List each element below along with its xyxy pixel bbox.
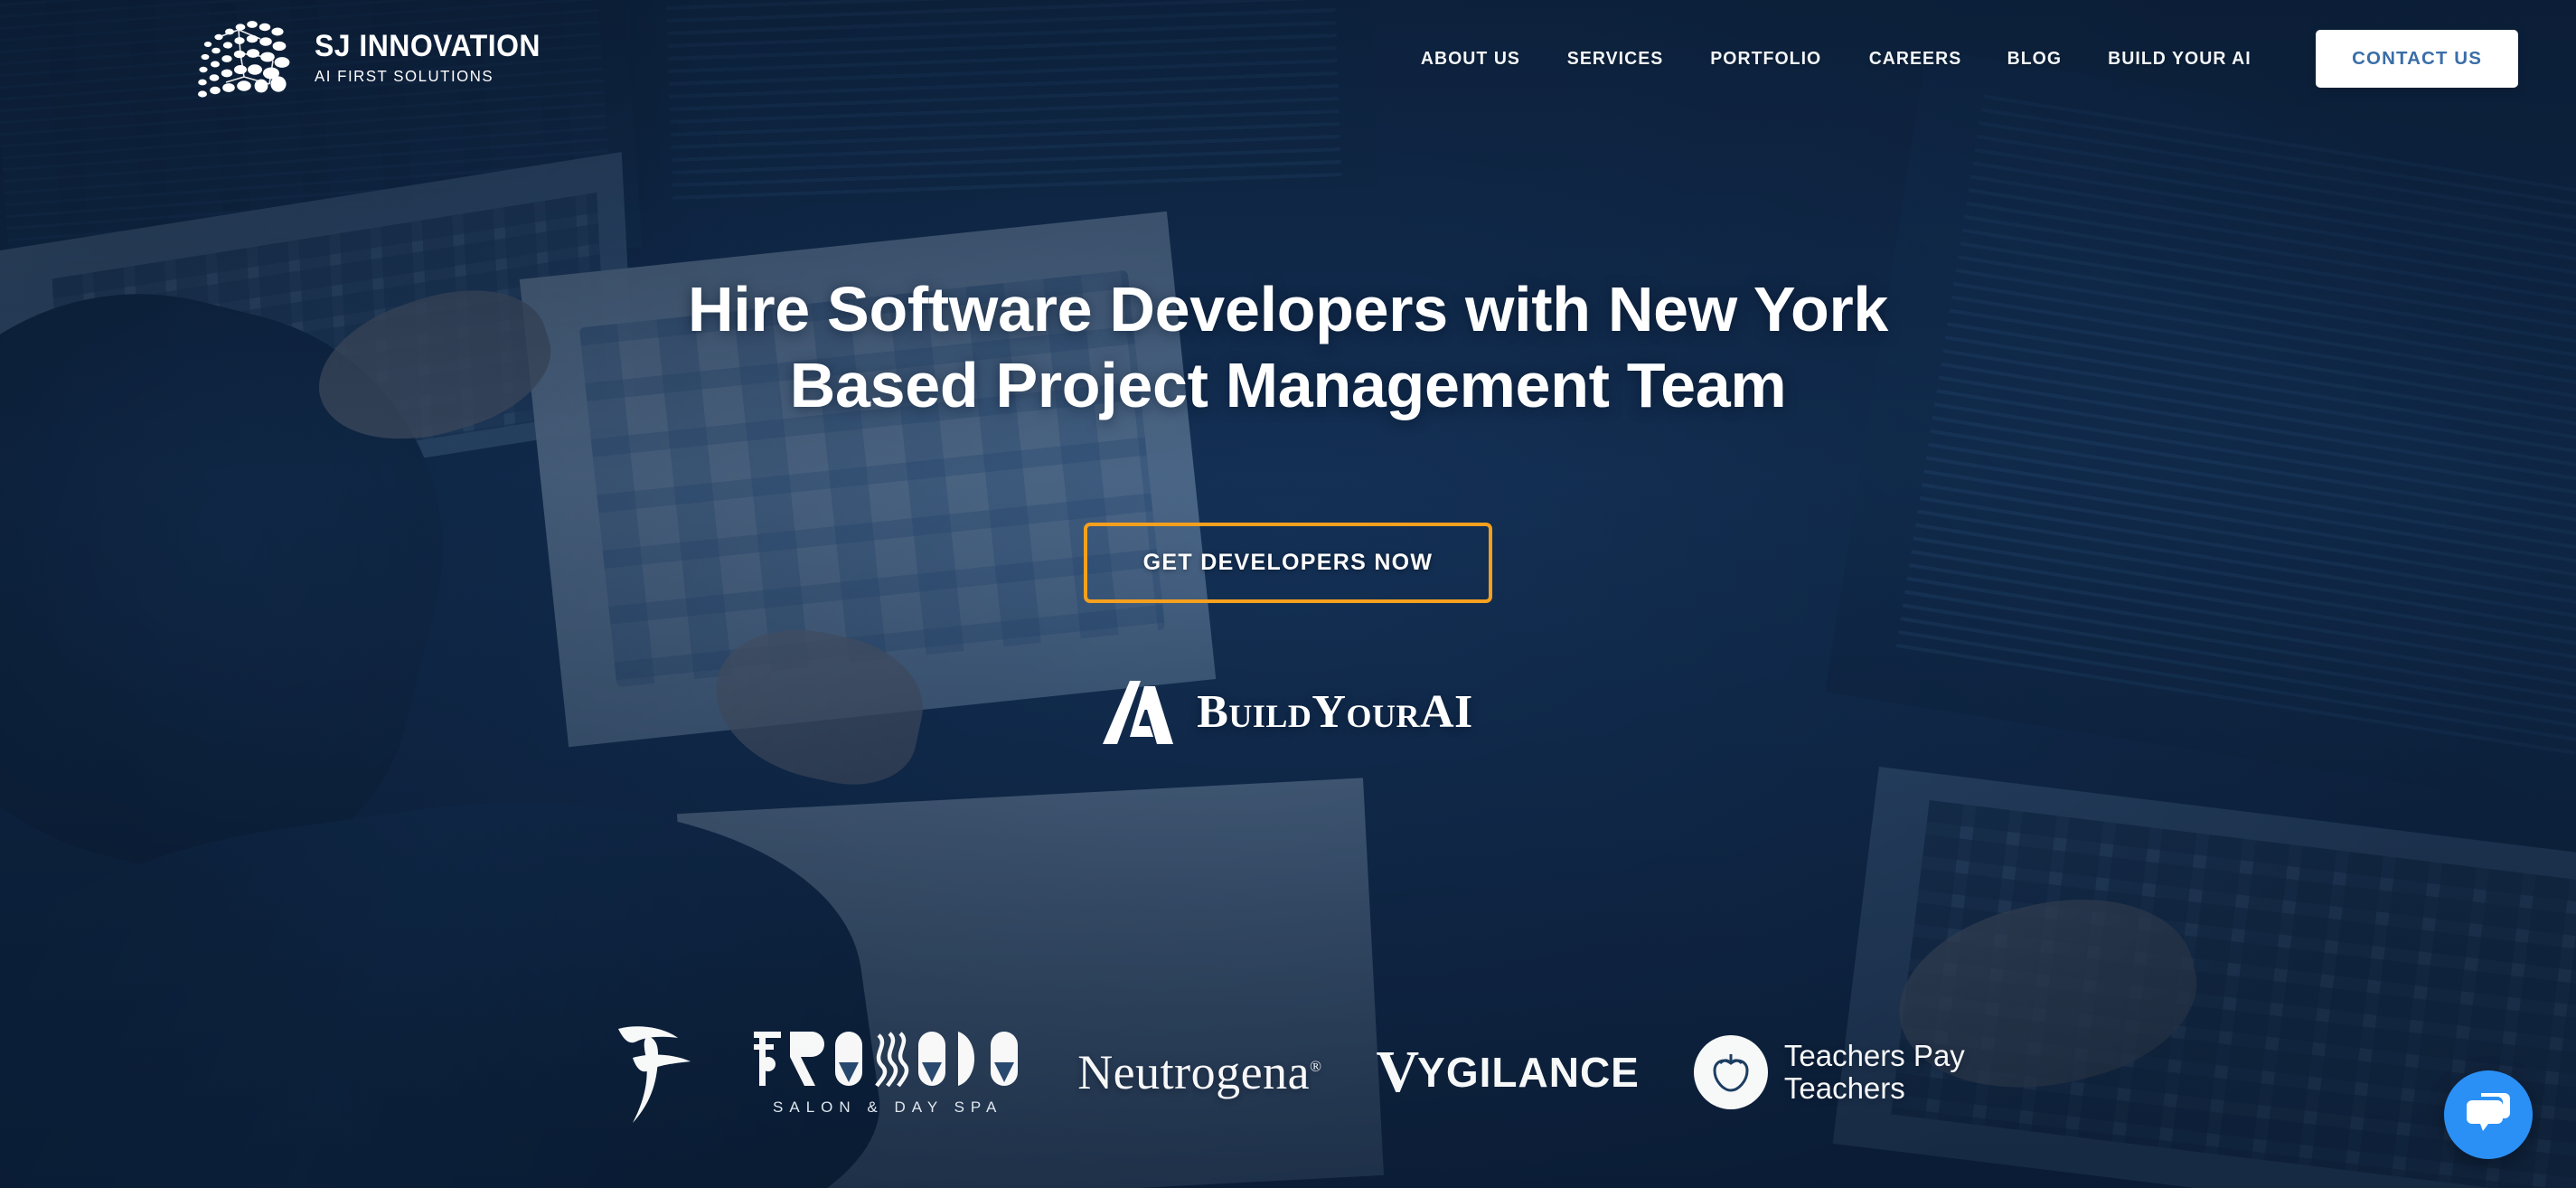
dot-matrix-cube-icon xyxy=(190,17,298,100)
client-logo-frosada: SALON & DAY SPA xyxy=(752,1028,1023,1117)
client-logo-tuft-mark xyxy=(611,1018,698,1127)
client-logo-teachers-pay-teachers: Teachers Pay Teachers xyxy=(1693,1035,1965,1109)
brand-logo[interactable]: SJ INNOVATION AI FIRST SOLUTIONS xyxy=(190,17,555,100)
get-developers-now-button[interactable]: GET DEVELOPERS NOW xyxy=(1083,523,1493,603)
neutrogena-text: Neutrogena xyxy=(1077,1045,1311,1099)
cta-container: GET DEVELOPERS NOW xyxy=(1083,523,1493,603)
tpt-line-2: Teachers xyxy=(1783,1071,1905,1105)
client-logos-row: SALON & DAY SPA Neutrogena® V YGILANCE T… xyxy=(0,1018,2576,1127)
contact-us-button[interactable]: CONTACT US xyxy=(2316,30,2518,88)
teachers-pay-teachers-wordmark: Teachers Pay Teachers xyxy=(1784,1040,1965,1104)
buildyourai-logo[interactable]: BuildYourAI xyxy=(1103,679,1473,746)
headline-line-1: Hire Software Developers with New York xyxy=(687,274,1889,344)
tpt-line-1: Teachers Pay xyxy=(1783,1039,1965,1073)
frosada-subtitle: SALON & DAY SPA xyxy=(773,1098,1003,1116)
buildyourai-a-mark-icon xyxy=(1103,679,1174,746)
frosada-glyphs xyxy=(752,1028,1023,1089)
brand-tagline: AI FIRST SOLUTIONS xyxy=(315,67,494,86)
apple-badge-icon xyxy=(1693,1035,1768,1109)
brand-name: SJ INNOVATION xyxy=(315,28,541,63)
headline-line-2: Based Project Management Team xyxy=(789,350,1787,420)
neutrogena-registered: ® xyxy=(1310,1058,1322,1075)
main-navigation: ABOUT US SERVICES PORTFOLIO CAREERS BLOG… xyxy=(1397,30,2518,88)
vygilance-v-letter: V xyxy=(1376,1039,1420,1106)
hero-content: Hire Software Developers with New York B… xyxy=(0,271,2576,746)
nav-item-portfolio[interactable]: PORTFOLIO xyxy=(1691,39,1842,79)
nav-item-build-your-ai[interactable]: BUILD YOUR AI xyxy=(2089,39,2271,79)
page-title: Hire Software Developers with New York B… xyxy=(688,271,1888,423)
nav-item-blog[interactable]: BLOG xyxy=(1987,39,2081,79)
client-logo-vygilance: V YGILANCE xyxy=(1376,1039,1640,1106)
tuft-f-mark-icon xyxy=(611,1018,698,1127)
neutrogena-wordmark: Neutrogena® xyxy=(1077,1044,1321,1100)
nav-item-careers[interactable]: CAREERS xyxy=(1848,39,1980,79)
nav-item-about-us[interactable]: ABOUT US xyxy=(1401,39,1540,79)
nav-item-services[interactable]: SERVICES xyxy=(1547,39,1683,79)
chat-widget-button[interactable] xyxy=(2444,1070,2533,1159)
client-logo-neutrogena: Neutrogena® xyxy=(1077,1044,1321,1100)
chat-bubbles-icon xyxy=(2465,1091,2512,1139)
site-header: SJ INNOVATION AI FIRST SOLUTIONS ABOUT U… xyxy=(0,0,2576,118)
buildyourai-wordmark: BuildYourAI xyxy=(1197,686,1473,738)
vygilance-wordmark: YGILANCE xyxy=(1417,1048,1640,1096)
hero-section: SJ INNOVATION AI FIRST SOLUTIONS ABOUT U… xyxy=(0,0,2576,1188)
